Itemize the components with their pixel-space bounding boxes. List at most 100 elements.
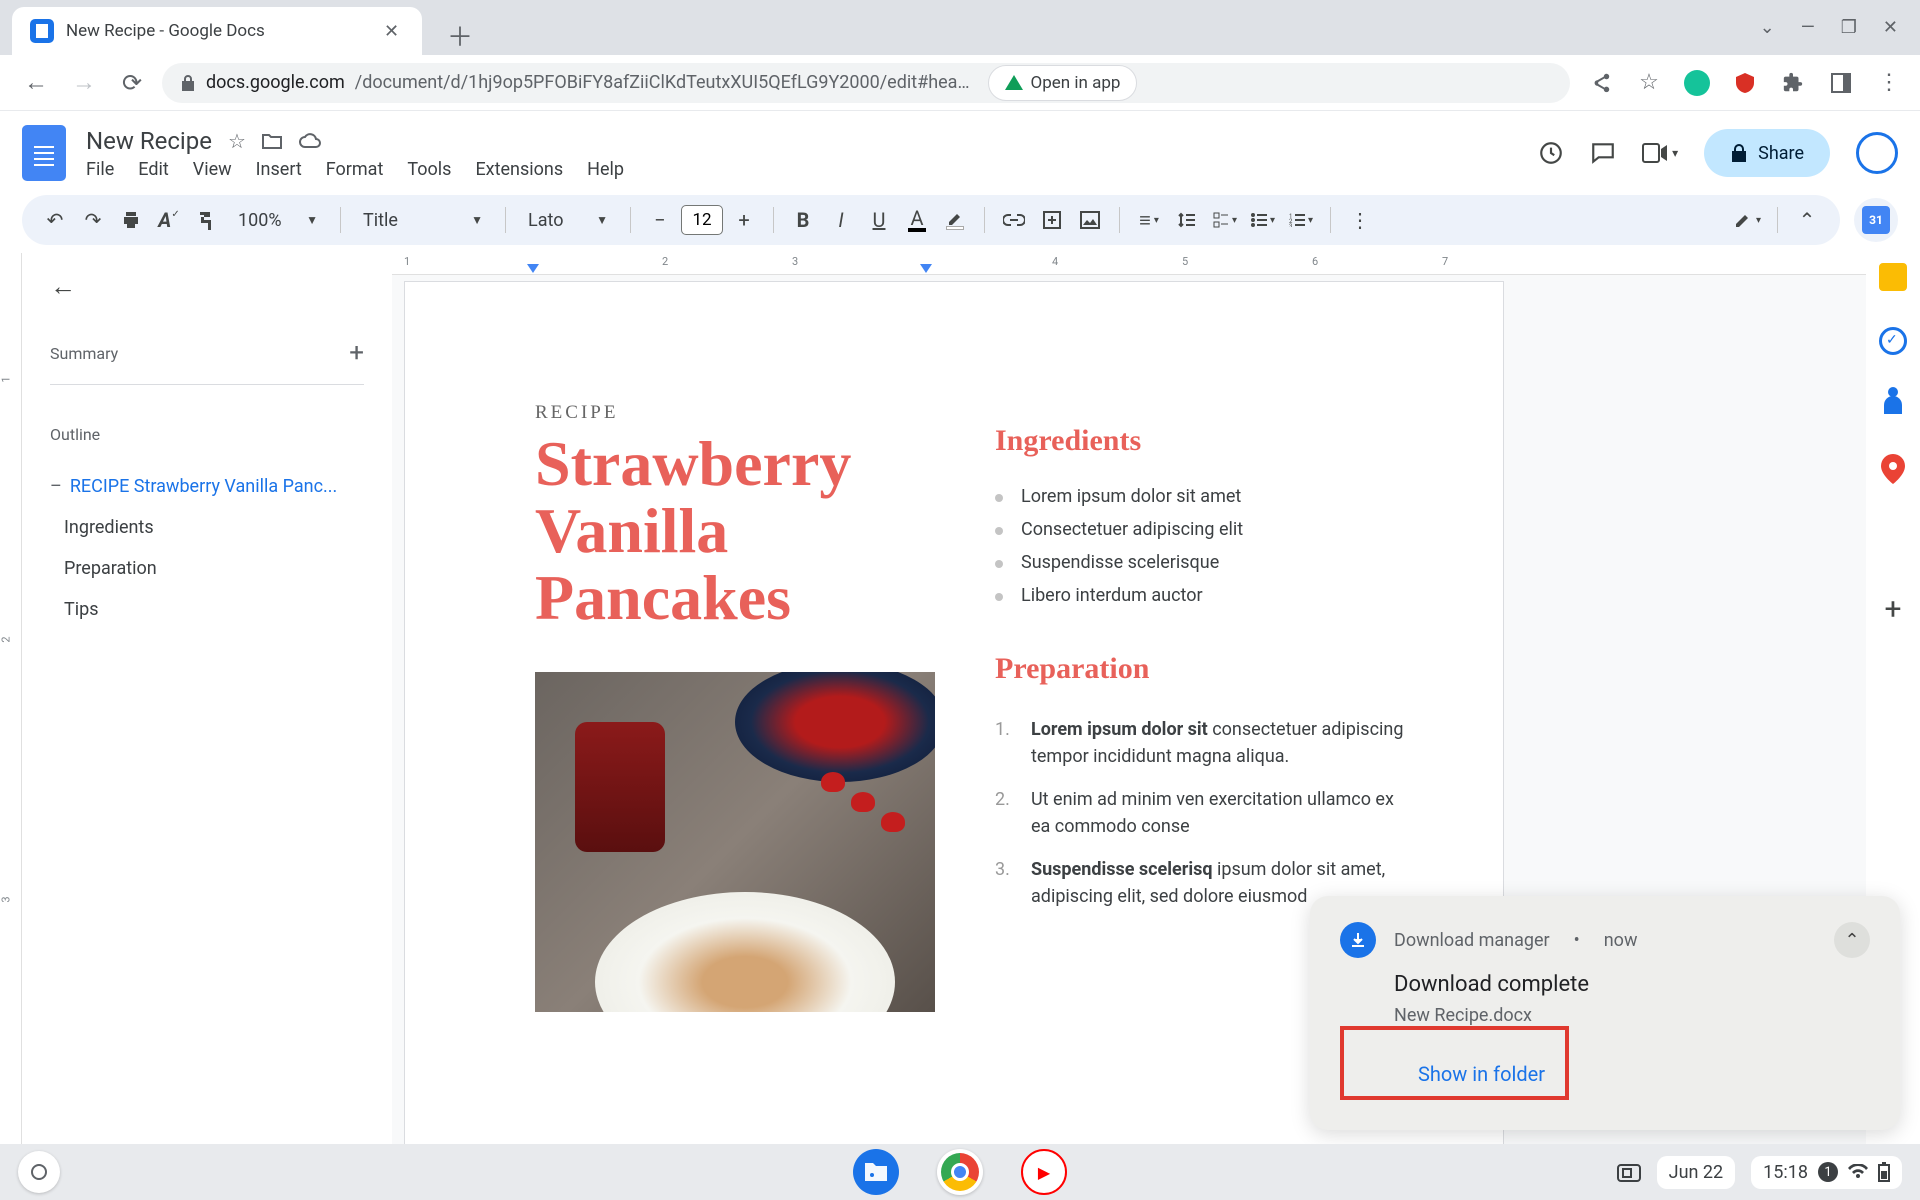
horizontal-ruler[interactable]: 1 2 3 4 5 6 7 [392, 253, 1866, 275]
indent-marker-icon[interactable] [527, 264, 539, 273]
status-tray[interactable]: Jun 22 15:18 1 [1617, 1156, 1902, 1189]
status-pill[interactable]: 15:18 1 [1751, 1156, 1902, 1189]
checklist-button[interactable]: ▾ [1208, 203, 1242, 237]
tasks-icon[interactable] [1879, 327, 1907, 355]
browser-tab[interactable]: New Recipe - Google Docs ✕ [12, 7, 422, 55]
numbered-list-button[interactable]: 123▾ [1284, 203, 1318, 237]
svg-text:3: 3 [1289, 223, 1292, 227]
notification-count-badge: 1 [1818, 1162, 1838, 1182]
menu-extensions[interactable]: Extensions [475, 159, 563, 180]
share-icon[interactable] [1588, 70, 1614, 96]
menu-view[interactable]: View [193, 159, 232, 180]
menu-format[interactable]: Format [326, 159, 384, 180]
paragraph-style-select[interactable]: Title▼ [353, 210, 493, 231]
account-avatar[interactable] [1856, 132, 1898, 174]
youtube-music-icon[interactable] [1021, 1149, 1067, 1195]
insert-link-button[interactable] [997, 203, 1031, 237]
contacts-icon[interactable] [1879, 391, 1907, 419]
list-item: Lorem ipsum dolor sit amet [995, 480, 1413, 513]
date-pill[interactable]: Jun 22 [1657, 1156, 1736, 1189]
collapse-toolbar-button[interactable]: ⌃ [1790, 203, 1824, 237]
bulleted-list-button[interactable]: ▾ [1246, 203, 1280, 237]
star-icon[interactable]: ☆ [228, 129, 246, 153]
tab-close-icon[interactable]: ✕ [384, 21, 404, 42]
side-panel-icon[interactable] [1828, 70, 1854, 96]
screenshot-icon[interactable] [1617, 1162, 1641, 1182]
text-color-button[interactable]: A [900, 203, 934, 237]
add-comment-button[interactable] [1035, 203, 1069, 237]
menu-file[interactable]: File [86, 159, 114, 180]
outline-item-tips[interactable]: Tips [50, 589, 364, 630]
italic-button[interactable]: I [824, 203, 858, 237]
bold-button[interactable]: B [786, 203, 820, 237]
menu-help[interactable]: Help [587, 159, 624, 180]
grammarly-icon[interactable] [1684, 70, 1710, 96]
paint-format-button[interactable] [190, 203, 224, 237]
new-tab-button[interactable]: ＋ [440, 15, 480, 55]
docs-logo-icon[interactable] [22, 125, 66, 181]
font-family-select[interactable]: Lato▼ [518, 210, 618, 231]
address-bar[interactable]: docs.google.com/document/d/1hj9op5PFOBiF… [162, 63, 1570, 103]
comments-icon[interactable] [1590, 140, 1616, 166]
maps-icon[interactable] [1879, 455, 1907, 483]
bookmark-star-icon[interactable]: ☆ [1636, 70, 1662, 96]
adblock-icon[interactable] [1732, 70, 1758, 96]
move-folder-icon[interactable] [262, 132, 282, 150]
insert-image-button[interactable] [1073, 203, 1107, 237]
notification-title: Download complete [1394, 972, 1870, 997]
document-title[interactable]: New Recipe [86, 127, 212, 155]
launcher-button[interactable] [18, 1151, 60, 1193]
underline-button[interactable]: U [862, 203, 896, 237]
editing-mode-button[interactable]: ▾ [1730, 203, 1765, 237]
wifi-icon [1848, 1164, 1868, 1180]
open-in-app-chip[interactable]: Open in app [988, 65, 1138, 101]
font-size-input[interactable] [681, 205, 723, 235]
lock-icon [180, 74, 196, 92]
kebab-menu-icon[interactable]: ⋮ [1876, 70, 1902, 96]
browser-tab-strip: New Recipe - Google Docs ✕ ＋ ⌄ — ❐ ✕ [0, 0, 1920, 55]
reload-button[interactable]: ⟳ [114, 65, 150, 101]
outline-item-preparation[interactable]: Preparation [50, 548, 364, 589]
spellcheck-button[interactable]: A✓ [152, 203, 186, 237]
menu-tools[interactable]: Tools [407, 159, 451, 180]
indent-marker-icon[interactable] [920, 264, 932, 273]
highlight-color-button[interactable] [938, 203, 972, 237]
back-button[interactable]: ← [18, 65, 54, 101]
chevron-down-icon[interactable]: ⌄ [1760, 17, 1775, 38]
forward-button[interactable]: → [66, 65, 102, 101]
files-app-icon[interactable] [853, 1149, 899, 1195]
extensions-icon[interactable] [1780, 70, 1806, 96]
menu-edit[interactable]: Edit [138, 159, 168, 180]
undo-button[interactable]: ↶ [38, 203, 72, 237]
document-outline-panel: ← Summary + Outline –RECIPE Strawberry V… [22, 253, 392, 1144]
history-icon[interactable] [1538, 140, 1564, 166]
side-panel-calendar[interactable] [1854, 198, 1898, 242]
restore-icon[interactable]: ❐ [1841, 17, 1857, 38]
add-addon-button[interactable]: + [1879, 595, 1907, 623]
outline-item-recipe[interactable]: –RECIPE Strawberry Vanilla Panc... [50, 466, 364, 507]
show-in-folder-button[interactable]: Show in folder [1408, 1056, 1555, 1092]
redo-button[interactable]: ↷ [76, 203, 110, 237]
font-size-increase[interactable]: + [727, 203, 761, 237]
outline-item-ingredients[interactable]: Ingredients [50, 507, 364, 548]
line-spacing-button[interactable] [1170, 203, 1204, 237]
share-button[interactable]: Share [1704, 129, 1830, 177]
keep-icon[interactable] [1879, 263, 1907, 291]
menu-insert[interactable]: Insert [256, 159, 302, 180]
font-size-decrease[interactable]: − [643, 203, 677, 237]
vertical-ruler: 1 2 3 [0, 253, 22, 1144]
zoom-select[interactable]: 100%▼ [228, 210, 328, 231]
chrome-app-icon[interactable] [937, 1149, 983, 1195]
print-button[interactable] [114, 203, 148, 237]
align-button[interactable]: ≡▾ [1132, 203, 1166, 237]
collapse-notification-button[interactable]: ⌃ [1834, 922, 1870, 958]
more-options-button[interactable]: ⋮ [1343, 203, 1377, 237]
preparation-heading: Preparation [995, 652, 1413, 686]
minimize-icon[interactable]: — [1801, 17, 1815, 38]
meet-icon[interactable]: ▾ [1642, 143, 1678, 163]
browser-toolbar: ← → ⟳ docs.google.com/document/d/1hj9op5… [0, 55, 1920, 111]
close-window-icon[interactable]: ✕ [1883, 17, 1898, 38]
cloud-status-icon[interactable] [298, 132, 322, 150]
outline-close-icon[interactable]: ← [50, 271, 364, 302]
add-summary-button[interactable]: + [349, 338, 364, 368]
